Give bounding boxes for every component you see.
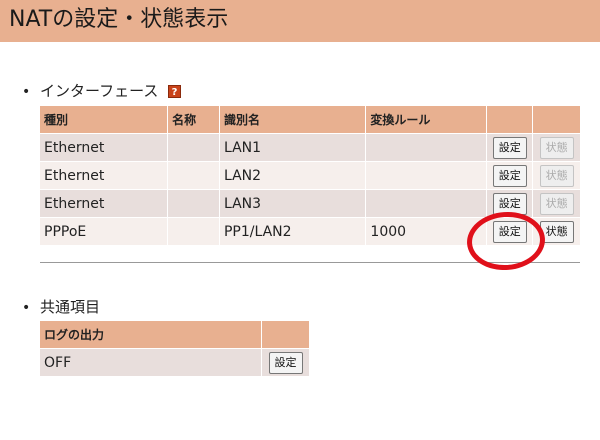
cell-id: LAN1 <box>219 134 366 161</box>
cell-type: Ethernet <box>40 162 168 189</box>
cell-name <box>168 162 219 189</box>
column-header-setting <box>262 321 309 348</box>
setting-button-lan1[interactable]: 設定 <box>492 136 527 159</box>
cell-rule <box>366 162 487 189</box>
interfaces-heading: インターフェース <box>40 82 159 100</box>
cell-name <box>168 218 219 245</box>
cell-id: LAN3 <box>219 190 366 217</box>
column-header-name: 名称 <box>168 106 219 133</box>
cell-name <box>168 190 219 217</box>
table-row: Ethernet LAN1 設定 状態 <box>40 134 580 161</box>
cell-id: PP1/LAN2 <box>219 218 366 245</box>
column-header-rule: 変換ルール <box>366 106 487 133</box>
cell-rule <box>366 134 487 161</box>
status-button-lan3: 状態 <box>539 192 574 215</box>
status-button-lan2: 状態 <box>539 164 574 187</box>
cell-log-output: OFF <box>40 349 262 376</box>
setting-button-lan2[interactable]: 設定 <box>492 164 527 187</box>
cell-id: LAN2 <box>219 162 366 189</box>
column-header-setting <box>487 106 533 133</box>
table-row: Ethernet LAN2 設定 状態 <box>40 162 580 189</box>
common-heading: 共通項目 <box>40 298 101 316</box>
title-bar: NATの設定・状態表示 <box>0 0 600 42</box>
help-icon[interactable]: ? <box>168 85 181 98</box>
page-title: NATの設定・状態表示 <box>9 7 229 32</box>
setting-button-log[interactable]: 設定 <box>268 351 303 374</box>
cell-name <box>168 134 219 161</box>
bullet-dot: • <box>22 84 31 100</box>
table-header-row: ログの出力 <box>40 321 309 348</box>
column-header-log-output: ログの出力 <box>40 321 262 348</box>
cell-type: Ethernet <box>40 134 168 161</box>
bullet-dot: • <box>22 300 31 316</box>
cell-rule <box>366 190 487 217</box>
column-header-type: 種別 <box>40 106 168 133</box>
cell-type: Ethernet <box>40 190 168 217</box>
status-button-lan1: 状態 <box>539 136 574 159</box>
table-header-row: 種別 名称 識別名 変換ルール <box>40 106 580 133</box>
column-header-status <box>533 106 580 133</box>
common-table: ログの出力 OFF 設定 <box>39 320 310 377</box>
table-row: OFF 設定 <box>40 349 309 376</box>
column-header-id: 識別名 <box>219 106 366 133</box>
cell-type: PPPoE <box>40 218 168 245</box>
